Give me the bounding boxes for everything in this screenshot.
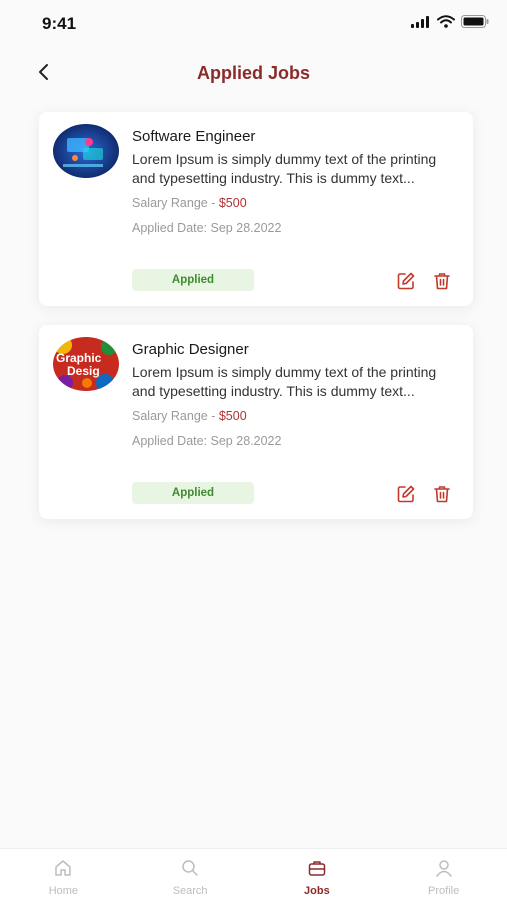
edit-button[interactable] [395, 272, 417, 294]
job-title: Graphic Designer [132, 341, 249, 358]
salary-value: $500 [218, 196, 247, 210]
job-title: Software Engineer [132, 128, 256, 145]
nav-search-label: Search [172, 885, 208, 897]
edit-button[interactable] [395, 485, 417, 507]
status-badge: Applied [132, 269, 254, 291]
job-info: Graphic Designer Lorem Ipsum is simply d… [132, 341, 462, 448]
nav-search[interactable]: Search [127, 849, 254, 901]
card-actions [395, 485, 453, 507]
card-actions [395, 272, 453, 294]
nav-profile[interactable]: Profile [380, 849, 507, 901]
salary-range: Salary Range - $500 [132, 409, 462, 423]
avatar-text-line-2: Desig [67, 364, 100, 378]
nav-profile-label: Profile [428, 885, 460, 897]
nav-jobs[interactable]: Jobs [254, 849, 381, 901]
battery-icon [461, 15, 489, 33]
home-icon [53, 858, 73, 883]
search-icon [180, 858, 200, 883]
page-title: Applied Jobs [196, 63, 310, 83]
applied-date: Applied Date: Sep 28.2022 [132, 221, 282, 235]
job-avatar [53, 124, 119, 178]
salary-value: $500 [218, 409, 247, 423]
job-avatar: Graphic Desig [53, 337, 119, 391]
delete-button[interactable] [431, 272, 453, 294]
nav-jobs-label: Jobs [304, 885, 330, 897]
job-description: Lorem Ipsum is simply dummy text of the … [132, 364, 437, 399]
nav-home-label: Home [48, 885, 79, 897]
avatar-text-line-1: Graphic [56, 351, 102, 365]
briefcase-icon [307, 858, 327, 883]
salary-label: Salary Range - [132, 196, 219, 210]
header: Applied Jobs [0, 52, 507, 96]
bottom-nav: Home Search Jobs Profile [0, 848, 507, 901]
job-info: Software Engineer Lorem Ipsum is simply … [132, 128, 462, 235]
edit-icon [396, 271, 416, 296]
job-description: Lorem Ipsum is simply dummy text of the … [132, 151, 437, 186]
job-card[interactable]: Software Engineer Lorem Ipsum is simply … [39, 112, 473, 306]
salary-label: Salary Range - [132, 409, 219, 423]
status-time: 9:41 [42, 14, 77, 33]
nav-home[interactable]: Home [0, 849, 127, 901]
edit-icon [396, 484, 416, 509]
status-badge: Applied [132, 482, 254, 504]
signal-icon [411, 15, 431, 33]
trash-icon [432, 271, 452, 296]
user-icon [434, 858, 454, 883]
status-bar: 9:41 [0, 0, 507, 50]
job-card[interactable]: Graphic Desig Graphic Designer Lorem Ips… [39, 325, 473, 519]
salary-range: Salary Range - $500 [132, 196, 462, 210]
delete-button[interactable] [431, 485, 453, 507]
trash-icon [432, 484, 452, 509]
status-icons [411, 15, 489, 33]
wifi-icon [437, 15, 455, 33]
applied-date: Applied Date: Sep 28.2022 [132, 434, 282, 448]
